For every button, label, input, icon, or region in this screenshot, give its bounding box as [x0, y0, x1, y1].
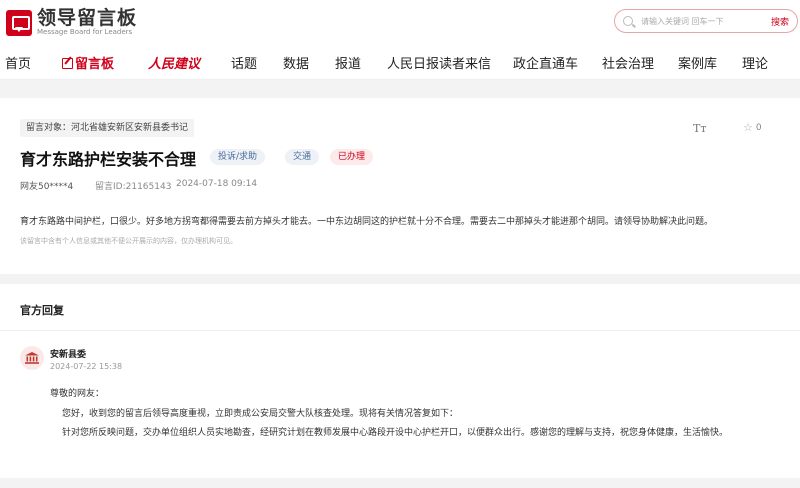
star-icon: ☆	[743, 121, 753, 134]
main-nav: 首页 留言板 人民建议 话题 数据 报道 人民日报读者来信 政企直通车 社会治理…	[0, 44, 800, 80]
message-date: 2024-07-18 09:14	[176, 179, 258, 189]
logo-title: 领导留言板	[37, 7, 138, 29]
reply-date: 2024-07-22 15:38	[50, 362, 123, 371]
tag-field: 交通	[285, 149, 320, 165]
logo-icon	[6, 9, 32, 36]
nav-reports[interactable]: 报道	[335, 53, 361, 72]
privacy-notice: 该留言中含有个人信息或其他不便公开展示的内容，仅办理机构可见。	[20, 237, 237, 245]
site-logo[interactable]: 领导留言板 Message Board for Leaders	[6, 8, 137, 37]
logo-subtitle: Message Board for Leaders	[37, 28, 133, 36]
font-size-icon[interactable]: Tт	[693, 122, 706, 135]
divider	[0, 330, 800, 331]
nav-enterprise[interactable]: 政企直通车	[513, 53, 578, 72]
nav-home[interactable]: 首页	[5, 53, 31, 72]
nav-social-governance[interactable]: 社会治理	[602, 53, 654, 72]
favorite-button[interactable]: ☆ 0	[743, 121, 762, 134]
avatar	[20, 346, 44, 370]
favorite-count: 0	[755, 123, 762, 133]
nav-theory[interactable]: 理论	[742, 53, 768, 72]
nav-topics[interactable]: 话题	[231, 53, 257, 72]
edit-icon	[62, 58, 73, 69]
message-content: 育才东路路中间护栏，口很少。好多地方拐弯都得需要去前方掉头才能去。一中东边胡同这…	[20, 217, 714, 227]
reply-card: 官方回复 安新县委 2024-07-22 15:38 尊敬的网友： 您好，收到您…	[0, 284, 800, 478]
top-header: 领导留言板 Message Board for Leaders 搜索	[0, 0, 800, 44]
nav-message-board[interactable]: 留言板	[62, 53, 114, 72]
nav-case-library[interactable]: 案例库	[678, 53, 717, 72]
reply-paragraph-2: 针对您所反映问题，交办单位组织人员实地勘查，经研究计划在教师发展中心路段开设中心…	[62, 428, 729, 438]
nav-data[interactable]: 数据	[283, 53, 309, 72]
government-building-icon	[25, 352, 39, 364]
search-icon	[623, 16, 633, 26]
reply-org: 安新县委	[50, 350, 87, 360]
message-id: 留言ID:21165143	[95, 182, 172, 192]
search-button[interactable]: 搜索	[771, 15, 789, 28]
message-user: 网友50****4	[20, 182, 74, 192]
search-box: 搜索	[614, 9, 798, 33]
reply-section-title: 官方回复	[20, 304, 64, 317]
nav-reader-letters[interactable]: 人民日报读者来信	[387, 53, 491, 72]
search-input[interactable]	[641, 13, 751, 29]
tag-category: 投诉/求助	[210, 149, 266, 165]
reply-greeting: 尊敬的网友：	[50, 389, 105, 399]
nav-people-suggestion[interactable]: 人民建议	[148, 53, 200, 72]
reply-paragraph-1: 您好，收到您的留言后领导高度重视，立即责成公安局交警大队核查处理。现将有关情况答…	[62, 409, 459, 419]
message-target: 留言对象：河北省雄安新区安新县委书记	[20, 119, 195, 137]
message-card: 留言对象：河北省雄安新区安新县委书记 Tт ☆ 0 育才东路护栏安装不合理 投诉…	[0, 98, 800, 274]
message-title: 育才东路护栏安装不合理	[20, 150, 197, 169]
tag-status: 已办理	[330, 149, 374, 165]
